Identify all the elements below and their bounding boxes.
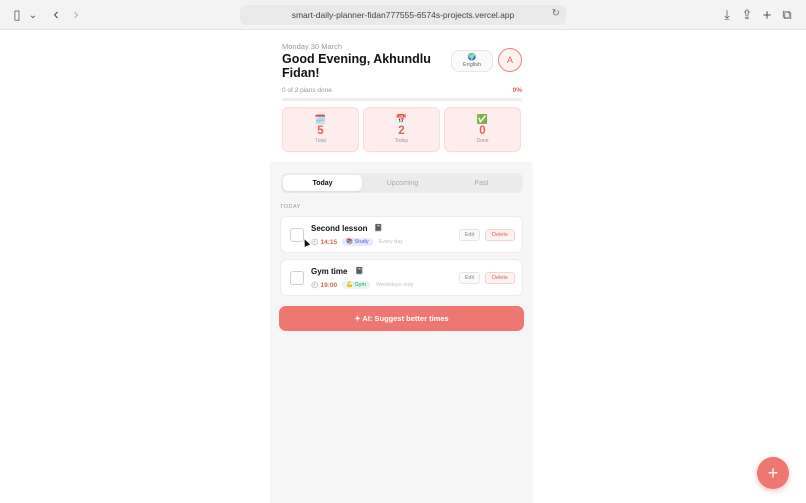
chevron-down-icon[interactable]: ⌄	[28, 7, 38, 23]
avatar[interactable]: A	[498, 48, 522, 72]
stat-value: 5	[317, 125, 324, 137]
tab-upcoming[interactable]: Upcoming	[363, 175, 442, 191]
plan-time: 19:00	[320, 281, 338, 289]
tab-past[interactable]: Past	[442, 175, 521, 191]
download-icon[interactable]: ⤓	[720, 7, 734, 23]
plan-checkbox[interactable]	[290, 271, 304, 285]
content-background	[270, 162, 533, 503]
calendar-icon: 🗓️	[314, 114, 327, 124]
plan-time: 14:15	[320, 238, 338, 246]
delete-button[interactable]: Delete	[485, 272, 515, 284]
add-plan-button[interactable]: +	[757, 457, 789, 489]
language-label: English	[462, 62, 482, 68]
check-icon: ✅	[476, 114, 489, 124]
notebook-icon: 📓	[355, 268, 364, 275]
tab-bar: Today Upcoming Past	[281, 173, 523, 193]
url-text: smart-daily-planner-fidan777555-6574s-pr…	[291, 10, 515, 20]
stat-label: Total	[315, 138, 326, 144]
plan-meta: 🕘 14:15 📚 Study Every day	[311, 237, 403, 247]
forward-icon[interactable]: ›	[70, 6, 82, 23]
clock-icon: 🕘	[311, 239, 319, 246]
edit-button[interactable]: Edit	[459, 272, 480, 284]
stat-value: 2	[398, 125, 405, 137]
current-date: Monday 30 March	[282, 42, 343, 51]
stat-card-today: 📅 2 Today	[363, 107, 440, 152]
books-icon: 📚	[346, 239, 353, 245]
plan-card: Second lesson 📓 🕘 14:15 📚 Study Every da…	[280, 216, 523, 253]
greeting-title: Good Evening, Akhundlu Fidan!	[282, 52, 431, 80]
progress-bar	[282, 98, 522, 101]
plan-repeat: Weekdays only	[376, 282, 414, 288]
reload-icon[interactable]: ↻	[552, 8, 560, 19]
tab-overview-icon[interactable]: ⧉	[780, 7, 794, 23]
plan-title: Gym time	[311, 267, 348, 276]
plan-meta: 🕘 19:00 💪 Gym Weekdays only	[311, 280, 413, 290]
globe-icon: 🌍	[467, 54, 477, 61]
plan-repeat: Every day	[378, 239, 404, 245]
new-tab-icon[interactable]: +	[760, 7, 774, 24]
sidebar-toggle-icon[interactable]: ▯	[10, 7, 24, 23]
tag-label: Study	[354, 239, 369, 245]
language-button[interactable]: 🌍 English	[451, 50, 493, 72]
stat-label: Done	[476, 138, 489, 144]
progress-percent: 0%	[512, 87, 522, 94]
stat-card-done: ✅ 0 Done	[444, 107, 521, 152]
plan-card: Gym time 📓 🕘 19:00 💪 Gym Weekdays only E…	[280, 259, 523, 296]
plan-tag: 💪 Gym	[342, 281, 371, 289]
stat-label: Today	[394, 138, 409, 144]
stat-value: 0	[479, 125, 486, 137]
back-icon[interactable]: ‹	[50, 6, 62, 23]
tab-today[interactable]: Today	[283, 175, 362, 191]
section-label: TODAY	[280, 204, 301, 210]
share-icon[interactable]: ⇪	[740, 7, 754, 23]
plan-tag: 📚 Study	[342, 238, 373, 246]
clock-icon: 🕘	[311, 282, 319, 289]
date-icon: 📅	[395, 114, 408, 124]
address-bar[interactable]: smart-daily-planner-fidan777555-6574s-pr…	[240, 5, 566, 25]
edit-button[interactable]: Edit	[459, 229, 480, 241]
tag-label: Gym	[354, 282, 367, 288]
stat-card-total: 🗓️ 5 Total	[282, 107, 359, 152]
ai-suggest-button[interactable]: ✦ AI: Suggest better times	[279, 306, 524, 331]
notebook-icon: 📓	[374, 225, 383, 232]
plan-title: Second lesson	[311, 224, 368, 233]
page: Monday 30 March Good Evening, Akhundlu F…	[0, 30, 806, 503]
browser-toolbar: ▯ ⌄ ‹ › smart-daily-planner-fidan777555-…	[0, 0, 806, 30]
progress-text: 0 of 2 plans done	[282, 87, 332, 94]
muscle-icon: 💪	[346, 282, 353, 288]
delete-button[interactable]: Delete	[485, 229, 515, 241]
